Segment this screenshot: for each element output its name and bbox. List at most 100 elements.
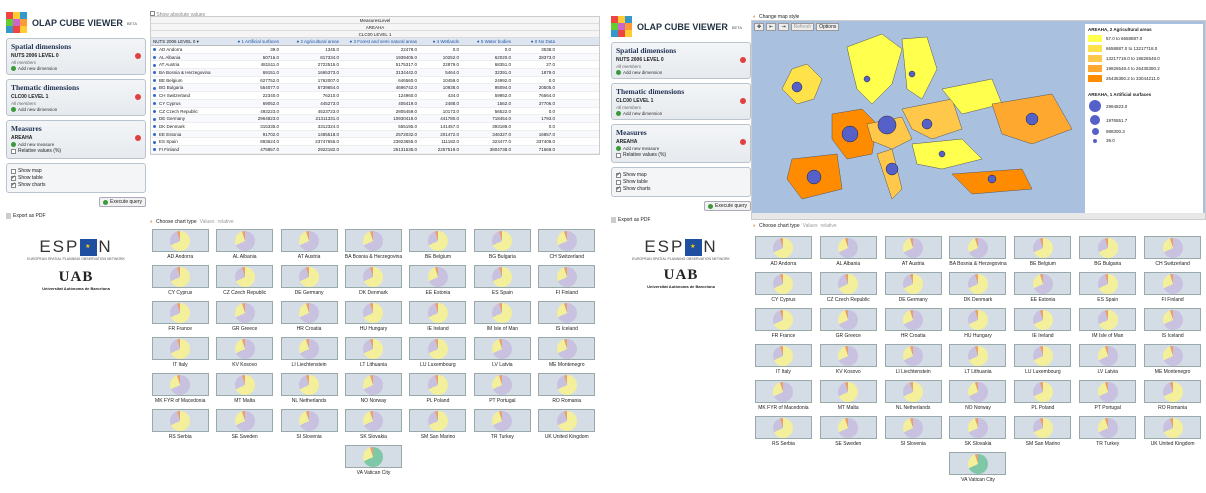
table-row[interactable]: AT Austria 481511.0 2722515.0 5175317.0 2287… [151, 61, 599, 70]
country-pie-chart[interactable]: CY Cyprus [150, 265, 210, 299]
execute-query-button[interactable]: Execute query [704, 201, 751, 211]
country-pie-chart[interactable]: RS Serbia [753, 416, 814, 450]
row-header[interactable]: NUTS 2006 LEVEL 0 ▾ [151, 38, 231, 45]
show-table-checkbox[interactable]: Show table [616, 179, 746, 185]
country-pie-chart[interactable]: EE Estonia [408, 265, 468, 299]
country-pie-chart[interactable]: EE Estonia [1012, 272, 1073, 306]
relative-checkbox[interactable]: Relative values (%) [616, 152, 746, 158]
remove-icon[interactable] [740, 98, 746, 104]
country-pie-chart[interactable]: BA Bosnia & Herzegovina [948, 236, 1009, 270]
add-dimension-button[interactable]: Add new dimension [616, 111, 746, 116]
country-pie-chart[interactable]: IE Ireland [408, 301, 468, 335]
table-row[interactable]: DE Germany 2964823.0 21311331.0 10930419.0 4… [151, 115, 599, 123]
country-pie-chart[interactable]: NL Netherlands [883, 380, 944, 414]
execute-query-button[interactable]: Execute query [99, 197, 146, 207]
country-pie-chart[interactable]: ME Montenegro [1142, 344, 1203, 378]
country-pie-chart[interactable]: CH Switzerland [1142, 236, 1203, 270]
country-pie-chart[interactable]: MT Malta [818, 380, 879, 414]
spatial-dim[interactable]: NUTS 2006 LEVEL 0 [11, 53, 59, 59]
remove-icon[interactable] [740, 139, 746, 145]
country-pie-chart[interactable]: GR Greece [818, 308, 879, 342]
country-pie-chart[interactable]: NO Norway [343, 373, 403, 407]
table-row[interactable]: ES Spain 893624.0 23747655.0 23923655.0 1111… [151, 138, 599, 146]
country-pie-chart[interactable]: SK Slovakia [343, 409, 403, 443]
table-row[interactable]: CY Cyprus 69052.0 445273.0 405419.0 2488.0 15… [151, 99, 599, 108]
country-pie-chart[interactable]: LU Luxembourg [1012, 344, 1073, 378]
column-header[interactable]: ● 5 Water bodies [461, 38, 513, 45]
spatial-dim[interactable]: NUTS 2006 LEVEL 0 [616, 57, 664, 63]
country-pie-chart[interactable]: UK United Kingdom [537, 409, 597, 443]
country-pie-chart[interactable]: PL Poland [1012, 380, 1073, 414]
add-dimension-button[interactable]: Add new dimension [11, 107, 141, 112]
table-row[interactable]: EE Estonia 91702.0 1485518.0 2572032.0 20147… [151, 130, 599, 139]
country-pie-chart[interactable]: AL Albania [214, 229, 274, 263]
country-pie-chart[interactable]: BE Belgium [1012, 236, 1073, 270]
country-pie-chart[interactable]: KV Kosovo [818, 344, 879, 378]
column-header[interactable]: ● 0 No Data [513, 38, 557, 45]
table-row[interactable]: AD Andorra 39.0 1345.0 22478.0 0.0 0.0 3538.0 [151, 46, 599, 54]
country-pie-chart[interactable]: RO Romania [1142, 380, 1203, 414]
country-pie-chart[interactable]: FR France [150, 301, 210, 335]
country-pie-chart[interactable]: TR Turkey [472, 409, 532, 443]
country-pie-chart[interactable]: IT Italy [753, 344, 814, 378]
table-row[interactable]: DK Denmark 315335.0 3312324.0 555195.0 14145… [151, 123, 599, 131]
country-pie-chart[interactable]: CZ Czech Republic [818, 272, 879, 306]
country-pie-chart[interactable]: AT Austria [883, 236, 944, 270]
table-row[interactable]: CH Switzerland 22340.0 76210.0 124960.0 434.… [151, 92, 599, 100]
country-pie-chart[interactable]: AD Andorra [753, 236, 814, 270]
country-pie-chart[interactable]: AT Austria [279, 229, 339, 263]
add-dimension-button[interactable]: Add new dimension [11, 66, 141, 71]
country-pie-chart[interactable]: MK FYR of Macedonia [150, 373, 210, 407]
country-pie-chart[interactable]: CH Switzerland [537, 229, 597, 263]
country-pie-chart[interactable]: LU Luxembourg [408, 337, 468, 371]
country-pie-chart[interactable]: RO Romania [537, 373, 597, 407]
country-pie-chart[interactable]: CY Cyprus [753, 272, 814, 306]
country-pie-chart[interactable]: ES Spain [1077, 272, 1138, 306]
country-pie-chart[interactable]: IT Italy [150, 337, 210, 371]
map-panel[interactable]: ✥ ⇤ ⇥ Refresh Options AREAHA, 2 Agricult… [751, 20, 1206, 220]
country-pie-chart[interactable]: ES Spain [472, 265, 532, 299]
country-pie-chart[interactable]: IM Isle of Man [1077, 308, 1138, 342]
country-pie-chart[interactable]: VA Vatican City [343, 445, 403, 479]
country-pie-chart[interactable]: TR Turkey [1077, 416, 1138, 450]
column-header[interactable]: ● 3 Forest and semi natural areas [341, 38, 419, 45]
country-pie-chart[interactable]: SM San Marino [1012, 416, 1073, 450]
country-pie-chart[interactable]: SI Slovenia [883, 416, 944, 450]
country-pie-chart[interactable]: LT Lithuania [948, 344, 1009, 378]
remove-icon[interactable] [135, 135, 141, 141]
add-dimension-button[interactable]: Add new dimension [616, 70, 746, 75]
remove-icon[interactable] [135, 94, 141, 100]
show-map-checkbox[interactable]: Show map [11, 168, 141, 174]
country-pie-chart[interactable]: FI Finland [537, 265, 597, 299]
table-row[interactable]: BE Belgium 627752.0 1762007.0 646560.0 10459… [151, 77, 599, 85]
table-row[interactable]: CZ Czech Republic 493223.0 4523723.0 280545… [151, 108, 599, 116]
country-pie-chart[interactable]: LV Latvia [1077, 344, 1138, 378]
country-pie-chart[interactable]: IS Iceland [537, 301, 597, 335]
country-pie-chart[interactable]: AL Albania [818, 236, 879, 270]
measure-name[interactable]: AREAHA [11, 135, 32, 141]
country-pie-chart[interactable]: NL Netherlands [279, 373, 339, 407]
country-pie-chart[interactable]: HR Croatia [883, 308, 944, 342]
country-pie-chart[interactable]: IE Ireland [1012, 308, 1073, 342]
add-measure-button[interactable]: Add new measure [11, 142, 141, 147]
country-pie-chart[interactable]: LI Liechtenstein [279, 337, 339, 371]
thematic-dim[interactable]: CLC00 LEVEL 1 [616, 98, 653, 104]
show-charts-checkbox[interactable]: Show charts [616, 185, 746, 192]
thematic-dim[interactable]: CLC00 LEVEL 1 [11, 94, 48, 100]
country-pie-chart[interactable]: PT Portugal [472, 373, 532, 407]
remove-icon[interactable] [740, 57, 746, 63]
country-pie-chart[interactable]: BG Bulgaria [1077, 236, 1138, 270]
country-pie-chart[interactable]: LI Liechtenstein [883, 344, 944, 378]
country-pie-chart[interactable]: VA Vatican City [948, 452, 1009, 486]
country-pie-chart[interactable]: SM San Marino [408, 409, 468, 443]
country-pie-chart[interactable]: MT Malta [214, 373, 274, 407]
chart-type-control[interactable]: ◐ Choose chart type Values relative [150, 219, 234, 225]
country-pie-chart[interactable]: KV Kosovo [214, 337, 274, 371]
country-pie-chart[interactable]: GR Greece [214, 301, 274, 335]
country-pie-chart[interactable]: DE Germany [883, 272, 944, 306]
country-pie-chart[interactable]: IS Iceland [1142, 308, 1203, 342]
table-row[interactable]: AL Albania 50716.0 817334.0 1939405.0 10252.… [151, 53, 599, 62]
relative-checkbox[interactable]: Relative values (%) [11, 148, 141, 154]
show-map-checkbox[interactable]: Show map [616, 171, 746, 178]
country-pie-chart[interactable]: SE Sweden [818, 416, 879, 450]
